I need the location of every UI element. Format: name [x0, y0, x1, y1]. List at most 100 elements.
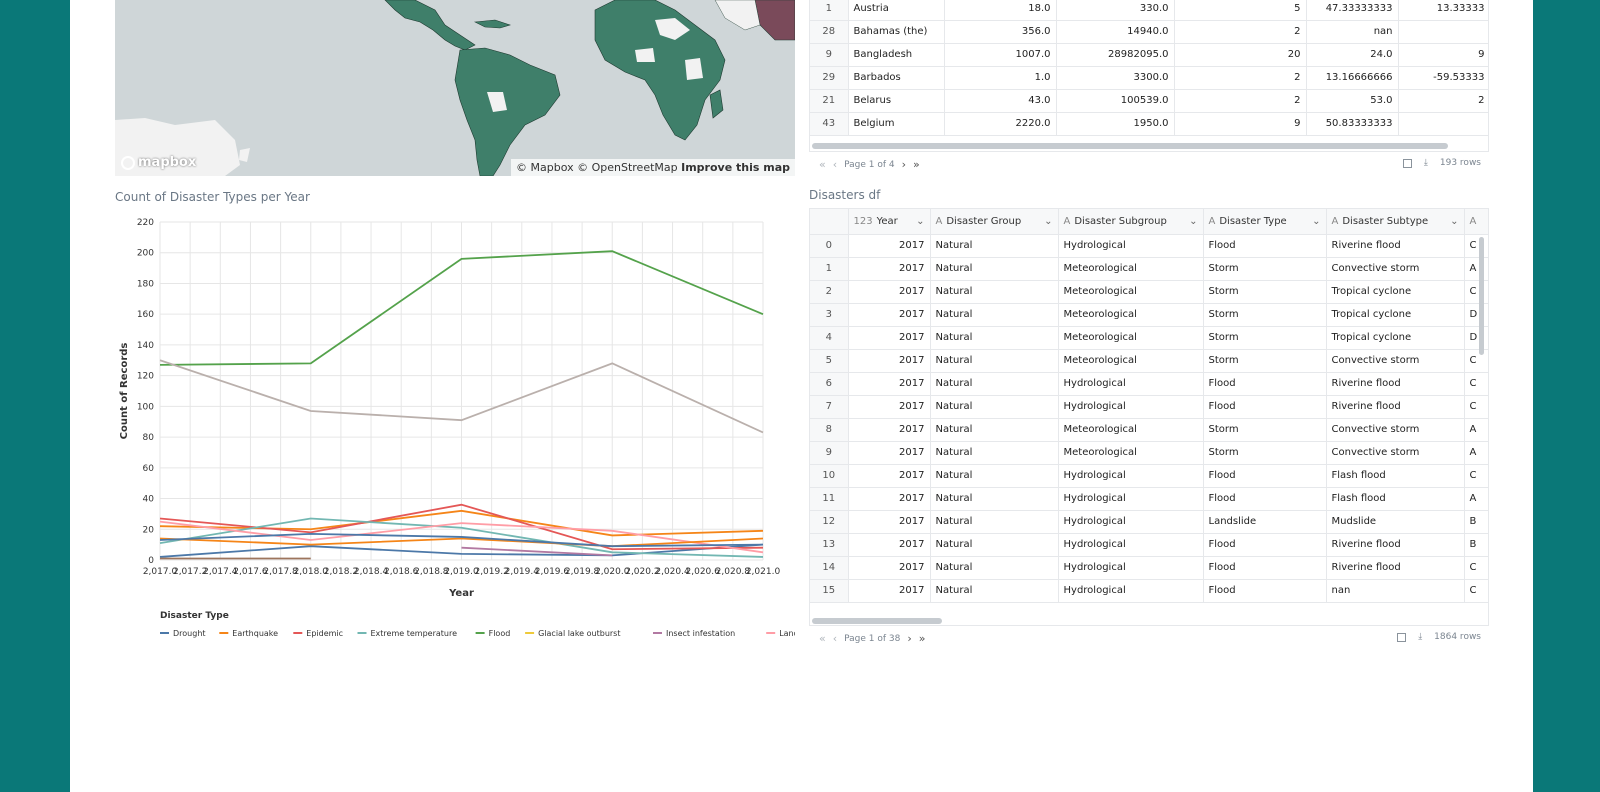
text-type-icon: A — [1208, 215, 1216, 227]
table-cell: Riverine flood — [1326, 533, 1465, 557]
table-cell: A — [1464, 257, 1488, 281]
table-cell: Bahamas (the) — [848, 20, 945, 44]
table-cell: Tropical cyclone — [1326, 326, 1465, 350]
row-index: 15 — [810, 579, 849, 603]
row-index: 1 — [810, 257, 849, 281]
table-cell: Hydrological — [1058, 533, 1204, 557]
column-header[interactable]: A Disaster Group ⌄ — [930, 209, 1059, 235]
page-indicator: Page 1 of 4 — [844, 159, 895, 170]
table-cell: Hydrological — [1058, 487, 1204, 511]
row-index: 13 — [810, 533, 849, 557]
table-row[interactable]: 9 Bangladesh 1007.0 28982095.0 20 24.0 9 — [810, 43, 1488, 67]
table-row[interactable]: 21 Belarus 43.0 100539.0 2 53.0 2 — [810, 89, 1488, 113]
table-row[interactable]: 3 2017 Natural Meteorological Storm Tropical … — [810, 303, 1488, 327]
table-cell: A — [1464, 441, 1488, 465]
table-row[interactable]: 14 2017 Natural Hydrological Flood Riverine f… — [810, 556, 1488, 580]
table-row[interactable]: 4 2017 Natural Meteorological Storm Tropical … — [810, 326, 1488, 350]
chevron-down-icon[interactable]: ⌄ — [1189, 216, 1197, 227]
column-header[interactable]: A Disaster Type ⌄ — [1203, 209, 1327, 235]
table-row[interactable]: 1 2017 Natural Meteorological Storm Convectiv… — [810, 257, 1488, 281]
copy-icon[interactable] — [1397, 632, 1407, 642]
table-row[interactable]: 7 2017 Natural Hydrological Flood Riverine fl… — [810, 395, 1488, 419]
horizontal-scrollbar[interactable] — [812, 618, 942, 624]
world-map[interactable]: mapbox © Mapbox © OpenStreetMap Improve … — [115, 0, 795, 176]
table-row[interactable]: 5 2017 Natural Meteorological Storm Convectiv… — [810, 349, 1488, 373]
table-cell: Landslide — [1203, 510, 1327, 534]
last-page-icon[interactable]: » — [913, 158, 920, 171]
table-row[interactable]: 43 Belgium 2220.0 1950.0 9 50.83333333 — [810, 112, 1488, 136]
table-row[interactable]: 12 2017 Natural Hydrological Landslide Mudsli… — [810, 510, 1488, 534]
row-index: 28 — [810, 20, 849, 44]
table-cell: 100539.0 — [1056, 89, 1175, 113]
table-row[interactable]: 1 Austria 18.0 330.0 5 47.33333333 13.33333 — [810, 0, 1488, 21]
table-cell: 13.33333 — [1398, 0, 1488, 21]
table-cell: 2220.0 — [944, 112, 1057, 136]
row-index: 6 — [810, 372, 849, 396]
table-cell: Storm — [1203, 326, 1327, 350]
text-type-icon: A — [935, 215, 943, 227]
table-cell: C — [1464, 395, 1488, 419]
download-icon[interactable]: ⤓ — [1418, 632, 1422, 642]
table-row[interactable]: 28 Bahamas (the) 356.0 14940.0 2 nan — [810, 20, 1488, 44]
row-index: 21 — [810, 89, 849, 113]
table-cell: Flood — [1203, 579, 1327, 603]
table-row[interactable]: 8 2017 Natural Meteorological Storm Convectiv… — [810, 418, 1488, 442]
column-header[interactable]: A Disaster Subtype ⌄ — [1326, 209, 1465, 235]
improve-map-link[interactable]: Improve this map — [681, 161, 790, 174]
table-cell: 2017 — [848, 441, 931, 465]
attribution-text[interactable]: © Mapbox © OpenStreetMap — [516, 161, 678, 174]
table-cell: Convective storm — [1326, 441, 1465, 465]
legend-item: Landslide — [779, 629, 795, 638]
table-cell: Meteorological — [1058, 441, 1204, 465]
column-header[interactable]: 123 Year ⌄ — [848, 209, 931, 235]
next-page-icon[interactable]: › — [902, 158, 906, 171]
copy-icon[interactable] — [1402, 158, 1412, 168]
first-page-icon[interactable]: « — [819, 632, 826, 645]
chevron-down-icon[interactable]: ⌄ — [1312, 216, 1320, 227]
legend-item: Epidemic — [306, 629, 343, 638]
table-row[interactable]: 0 2017 Natural Hydrological Flood Riverine fl… — [810, 234, 1488, 258]
table-cell: Flash flood — [1326, 464, 1465, 488]
first-page-icon[interactable]: « — [819, 158, 826, 171]
prev-page-icon[interactable]: ‹ — [833, 158, 837, 171]
page-indicator: Page 1 of 38 — [844, 633, 901, 644]
table-row[interactable]: 9 2017 Natural Meteorological Storm Convectiv… — [810, 441, 1488, 465]
row-index: 5 — [810, 349, 849, 373]
horizontal-scrollbar[interactable] — [812, 143, 1448, 149]
last-page-icon[interactable]: » — [919, 632, 926, 645]
table-row[interactable]: 11 2017 Natural Hydrological Flood Flash floo… — [810, 487, 1488, 511]
table-row[interactable]: 29 Barbados 1.0 3300.0 2 13.16666666 -59.53333 — [810, 66, 1488, 90]
download-icon[interactable]: ⤓ — [1424, 158, 1428, 168]
table-row[interactable]: 10 2017 Natural Hydrological Flood Flash floo… — [810, 464, 1488, 488]
table-cell: 2017 — [848, 326, 931, 350]
y-tick-label: 40 — [143, 495, 155, 505]
table-row[interactable]: 13 2017 Natural Hydrological Flood Riverine f… — [810, 533, 1488, 557]
mapbox-logo[interactable]: mapbox — [121, 155, 196, 170]
table-cell: Flood — [1203, 464, 1327, 488]
table-row[interactable]: 15 2017 Natural Hydrological Flood nan C — [810, 579, 1488, 603]
table-row[interactable]: 6 2017 Natural Hydrological Flood Riverine fl… — [810, 372, 1488, 396]
table-cell: Riverine flood — [1326, 372, 1465, 396]
disasters-table-pager: « ‹ Page 1 of 38 › » ⤓ 1864 rows — [809, 630, 1489, 648]
chevron-down-icon[interactable]: ⌄ — [1044, 216, 1052, 227]
disasters-table: 123 Year ⌄ A Disaster Group ⌄ A Disaster Subgro… — [809, 208, 1489, 626]
next-page-icon[interactable]: › — [907, 632, 911, 645]
column-header[interactable]: A — [1464, 209, 1488, 235]
chevron-down-icon[interactable]: ⌄ — [1450, 216, 1458, 227]
vertical-scrollbar[interactable] — [1479, 237, 1484, 355]
prev-page-icon[interactable]: ‹ — [833, 632, 837, 645]
table-cell: Riverine flood — [1326, 234, 1465, 258]
row-index: 12 — [810, 510, 849, 534]
y-tick-label: 160 — [137, 310, 154, 320]
legend-item: Insect infestation — [666, 629, 735, 638]
chevron-down-icon[interactable]: ⌄ — [916, 216, 924, 227]
table-row[interactable]: 2 2017 Natural Meteorological Storm Tropical … — [810, 280, 1488, 304]
map-land — [115, 0, 795, 176]
column-header[interactable]: A Disaster Subgroup ⌄ — [1058, 209, 1204, 235]
map-attribution: © Mapbox © OpenStreetMap Improve this ma… — [511, 159, 795, 176]
country-table-pager: « ‹ Page 1 of 4 › » ⤓ 193 rows — [809, 156, 1489, 174]
table-cell: Tropical cyclone — [1326, 280, 1465, 304]
y-tick-label: 220 — [137, 218, 154, 228]
row-index: 4 — [810, 326, 849, 350]
table-cell: 18.0 — [944, 0, 1057, 21]
